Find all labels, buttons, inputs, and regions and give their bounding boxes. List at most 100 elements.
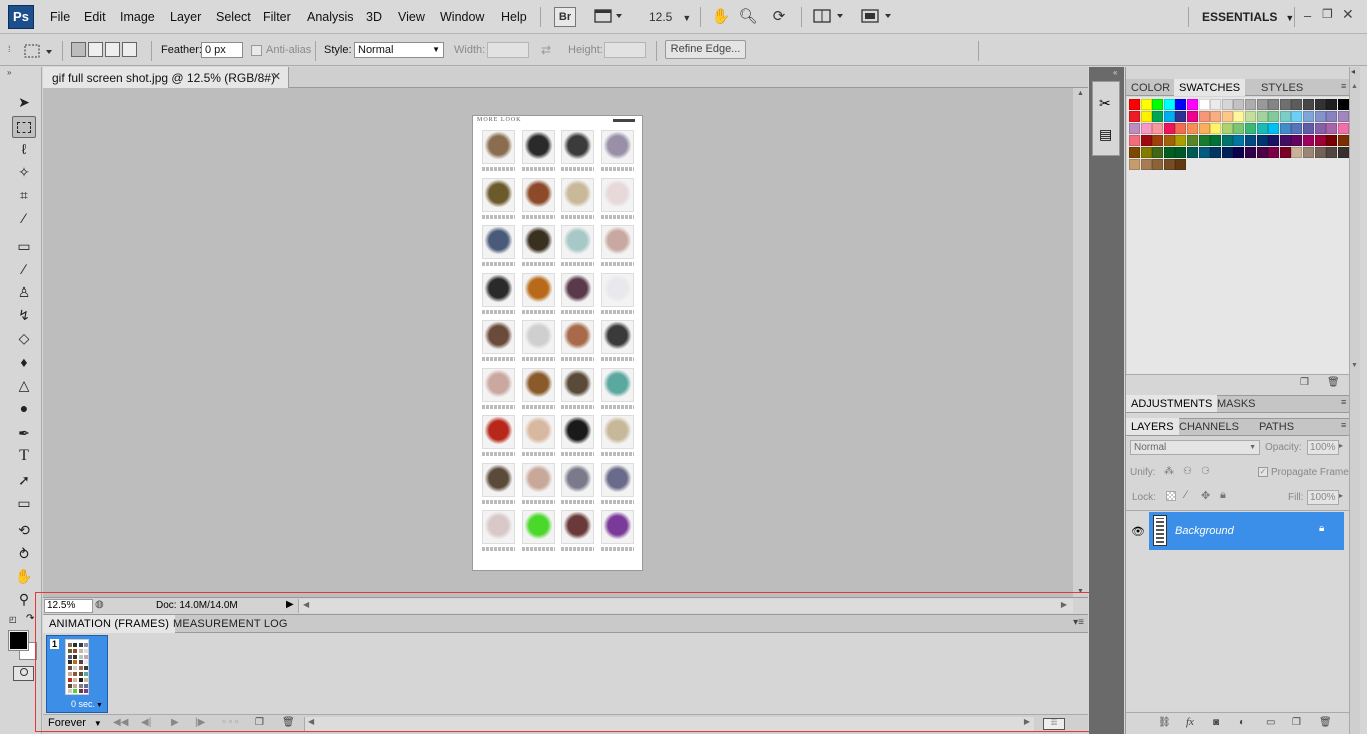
collapse-arrows-icon[interactable]: » [7, 68, 11, 77]
panel-menu-icon[interactable]: ≡ [1341, 81, 1346, 91]
swatch[interactable] [1140, 159, 1152, 170]
swatch[interactable] [1245, 111, 1256, 122]
tab-measurement-log[interactable]: MEASUREMENT LOG [167, 615, 294, 633]
tab-paths[interactable]: PATHS [1254, 418, 1299, 435]
refine-edge-button[interactable]: Refine Edge... [665, 40, 746, 59]
add-mask-icon[interactable]: ◙ [1213, 717, 1219, 728]
close-tab-icon[interactable]: ✕ [272, 70, 281, 83]
zoom-tool[interactable]: ⚲ [12, 588, 36, 610]
history-brush-tool[interactable]: ↯ [12, 304, 36, 326]
unify-style-icon[interactable]: ⚆ [1201, 466, 1210, 477]
swatch[interactable] [1233, 111, 1245, 122]
first-frame-icon[interactable]: ◀◀ [113, 717, 128, 728]
swatch[interactable] [1198, 135, 1210, 146]
swatch[interactable] [1175, 159, 1187, 170]
swatch[interactable] [1326, 135, 1338, 146]
swatch[interactable] [1221, 111, 1233, 122]
lock-transparent-icon[interactable] [1166, 491, 1176, 501]
opacity-input[interactable]: 100% [1307, 440, 1339, 455]
convert-to-timeline-icon[interactable]: ⁞⁞⁞ [1043, 718, 1065, 730]
move-tool[interactable]: ➤ [12, 91, 36, 113]
delete-layer-icon[interactable]: 🗑︎ [1319, 717, 1332, 728]
swatch[interactable] [1326, 147, 1338, 158]
tab-masks[interactable]: MASKS [1212, 395, 1261, 412]
swatch[interactable] [1303, 111, 1314, 122]
swatch[interactable] [1221, 147, 1233, 158]
swatch[interactable] [1233, 135, 1245, 146]
swatch[interactable] [1129, 147, 1140, 158]
tab-layers[interactable]: LAYERS [1126, 418, 1179, 435]
swatch[interactable] [1210, 123, 1222, 134]
panel-menu-icon[interactable]: ▾≡ [1073, 617, 1084, 628]
anti-alias-checkbox[interactable] [251, 45, 262, 56]
horizontal-scrollbar[interactable]: ◀ ▶ [298, 599, 1073, 613]
default-colors-icon[interactable]: ◰ [9, 615, 17, 624]
swatch[interactable] [1256, 123, 1268, 134]
new-layer-icon[interactable]: ❐ [1292, 717, 1301, 728]
swatch[interactable] [1140, 135, 1152, 146]
new-swatch-icon[interactable]: ❐ [1300, 377, 1309, 388]
scroll-down-icon[interactable]: ▼ [1077, 588, 1084, 595]
menu-image[interactable]: Image [120, 10, 155, 24]
hand-tool-button[interactable]: ✋ [710, 7, 732, 27]
swatch[interactable] [1175, 123, 1187, 134]
healing-brush-tool[interactable]: ▭ [12, 235, 36, 257]
layer-row-background[interactable]: Background 🔒︎ [1149, 512, 1344, 550]
3d-rotate-tool[interactable]: ⟲ [12, 519, 36, 541]
swatch[interactable] [1303, 147, 1314, 158]
swatch[interactable] [1187, 147, 1198, 158]
type-tool[interactable]: T [12, 445, 36, 467]
delete-frame-icon[interactable]: 🗑︎ [282, 717, 295, 728]
swatch[interactable] [1337, 123, 1349, 134]
swatch[interactable] [1210, 147, 1222, 158]
add-selection-mode-icon[interactable] [88, 42, 103, 57]
opacity-arrow-icon[interactable]: ▸ [1339, 441, 1343, 450]
swatch[interactable] [1175, 111, 1187, 122]
swatch[interactable] [1198, 111, 1210, 122]
zoom-field[interactable]: 12.5% [44, 599, 93, 613]
menu-analysis[interactable]: Analysis [307, 10, 354, 24]
swatch[interactable] [1152, 147, 1164, 158]
history-icon[interactable]: ▤ [1099, 126, 1112, 143]
swatch[interactable] [1268, 147, 1280, 158]
panel-collapse-icon[interactable]: ◂ [1351, 67, 1355, 76]
swatch[interactable] [1140, 123, 1152, 134]
swatch[interactable] [1198, 123, 1210, 134]
swatch[interactable] [1129, 111, 1140, 122]
swatch[interactable] [1245, 99, 1256, 110]
swatch[interactable] [1140, 99, 1152, 110]
bridge-button[interactable]: Br [554, 7, 576, 27]
menu-edit[interactable]: Edit [84, 10, 106, 24]
view-extras-button[interactable] [590, 7, 626, 27]
fill-arrow-icon[interactable]: ▸ [1339, 491, 1343, 500]
feather-input[interactable]: 0 px [201, 42, 243, 58]
swatch[interactable] [1210, 111, 1222, 122]
rectangular-marquee-tool[interactable] [12, 116, 36, 138]
link-layers-icon[interactable]: ⛓︎ [1158, 717, 1171, 728]
swatch[interactable] [1291, 99, 1303, 110]
duplicate-frame-icon[interactable]: ❐ [255, 717, 264, 728]
animation-frame-1[interactable]: 1 0 sec.▼ [46, 635, 108, 713]
scroll-right-icon[interactable]: ▶ [1024, 717, 1030, 726]
swatch[interactable] [1256, 135, 1268, 146]
arrange-documents-button[interactable] [810, 7, 848, 27]
subtract-selection-mode-icon[interactable] [105, 42, 120, 57]
swatch[interactable] [1140, 147, 1152, 158]
tab-swatches[interactable]: SWATCHES [1174, 79, 1246, 96]
swatch[interactable] [1233, 147, 1245, 158]
swatch[interactable] [1326, 123, 1338, 134]
swatch[interactable] [1140, 111, 1152, 122]
swatch[interactable] [1163, 99, 1175, 110]
eraser-tool[interactable]: ◇ [12, 327, 36, 349]
minimize-icon[interactable]: – [1304, 8, 1311, 23]
workspace-switcher[interactable]: ESSENTIALS ▼ [1202, 10, 1294, 24]
new-group-icon[interactable]: ▭ [1266, 717, 1275, 728]
intersect-selection-mode-icon[interactable] [122, 42, 137, 57]
menu-help[interactable]: Help [501, 10, 527, 24]
swatch[interactable] [1187, 135, 1198, 146]
swatch[interactable] [1152, 159, 1164, 170]
swatch[interactable] [1326, 99, 1338, 110]
tab-channels[interactable]: CHANNELS [1174, 418, 1244, 435]
next-frame-icon[interactable]: |▶ [195, 717, 205, 728]
swatch[interactable] [1210, 135, 1222, 146]
